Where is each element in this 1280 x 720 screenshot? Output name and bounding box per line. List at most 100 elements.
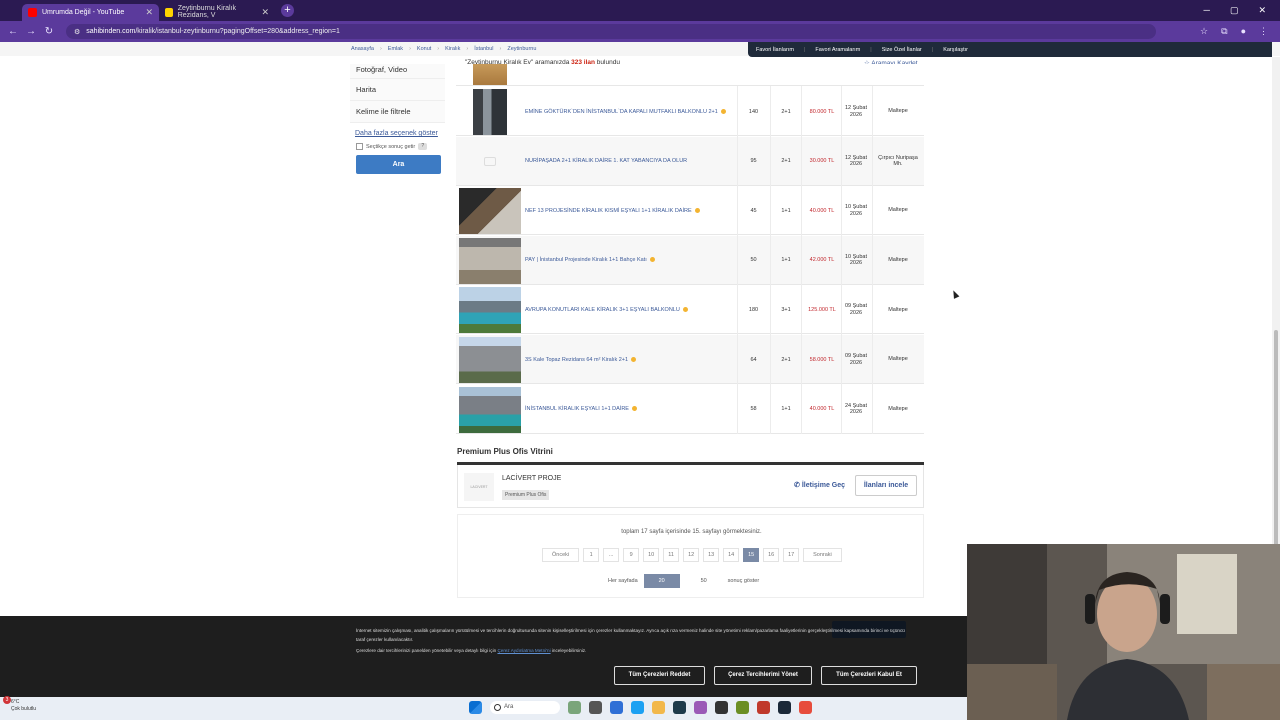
manage-cookies-button[interactable]: Çerez Tercihlerimi Yönet <box>714 666 812 685</box>
listing-photo[interactable] <box>459 386 521 433</box>
contact-button[interactable]: ✆ İletişime Geç <box>794 481 845 489</box>
page-button[interactable]: 9 <box>623 548 640 562</box>
per-page-label: Her sayfada <box>608 578 638 584</box>
listing-title[interactable]: EMİNE GÖKTÜRK`DEN İNİSTANBUL`DA KAPALI M… <box>525 87 735 136</box>
reject-cookies-button[interactable]: Tüm Çerezleri Reddet <box>614 666 705 685</box>
close-window-icon[interactable]: ✕ <box>1258 5 1266 16</box>
cookie-text-main: İnternet sitemizin çalışması, analitik ç… <box>356 628 905 642</box>
url-field[interactable]: ⚙ sahibinden.com /kiralik/istanbul-zeyti… <box>66 24 1156 39</box>
page-button[interactable]: 10 <box>643 548 660 562</box>
breadcrumb-item[interactable]: Zeytinburnu <box>507 46 536 52</box>
breadcrumb-item[interactable]: Emlak <box>388 46 403 52</box>
next-page-button[interactable]: Sonraki <box>803 548 842 562</box>
favorite-searches-link[interactable]: Favori Aramalarım <box>815 47 860 53</box>
close-icon[interactable]: ✕ <box>261 7 269 18</box>
listing-price: 80.000 TL <box>809 108 835 115</box>
minimize-icon[interactable]: ─ <box>1204 5 1210 16</box>
app-icon[interactable] <box>757 701 770 714</box>
app-icon[interactable] <box>736 701 749 714</box>
listing-photo[interactable] <box>459 337 521 383</box>
per-page-option-50[interactable]: 50 <box>686 574 722 588</box>
filter-keyword[interactable]: Kelime ile filtrele <box>350 101 445 123</box>
tab-sahibinden[interactable]: Zeytinburnu Kiralık Rezidans, V ✕ <box>159 4 275 21</box>
breadcrumb-item[interactable]: Konut <box>417 46 431 52</box>
listing-photo[interactable] <box>473 89 507 135</box>
bookmark-star-icon[interactable]: ☆ <box>1200 26 1208 37</box>
listing-title[interactable]: NEF 13 PROJESİNDE KİRALIK KISMİ EŞYALI 1… <box>525 186 735 235</box>
page-button[interactable]: 1 <box>583 548 600 562</box>
listing-title[interactable]: PAY | İnistanbul Projesinde Kiralık 1+1 … <box>525 236 735 285</box>
table-row[interactable]: PAY | İnistanbul Projesinde Kiralık 1+1 … <box>456 235 924 285</box>
discord-icon[interactable] <box>694 701 707 714</box>
listing-photo[interactable] <box>459 237 521 284</box>
table-row[interactable]: NURİPAŞADA 2+1 KİRALIK DAİRE 1. KAT YABA… <box>456 136 924 186</box>
widgets-icon[interactable] <box>568 701 581 714</box>
new-tab-button[interactable]: + <box>281 4 294 17</box>
breadcrumb-item[interactable]: İstanbul <box>474 46 493 52</box>
personalized-listings-link[interactable]: Size Özel İlanlar <box>882 47 922 53</box>
listing-title[interactable]: AVRUPA KONUTLARI KALE KİRALIK 3+1 EŞYALI… <box>525 285 735 334</box>
listing-rooms: 1+1 <box>781 406 791 413</box>
help-icon[interactable]: ? <box>418 143 428 150</box>
forward-icon[interactable]: → <box>22 26 40 37</box>
steam-icon[interactable] <box>778 701 791 714</box>
page-button[interactable]: 16 <box>763 548 780 562</box>
app-icon[interactable] <box>799 701 812 714</box>
file-explorer-icon[interactable] <box>652 701 665 714</box>
table-row[interactable]: İNİSTANBUL KİRALIK EŞYALI 1+1 DAİRE 58 1+1… <box>456 384 924 434</box>
listing-photo[interactable] <box>459 188 521 235</box>
page-button[interactable]: 17 <box>783 548 800 562</box>
maximize-icon[interactable]: ▢ <box>1230 5 1239 16</box>
site-info-icon[interactable]: ⚙ <box>74 28 80 36</box>
auto-results-checkbox[interactable] <box>356 143 363 150</box>
close-icon[interactable]: ✕ <box>145 7 153 18</box>
more-options-link[interactable]: Daha fazla seçenek göster <box>350 130 445 137</box>
app-icon[interactable] <box>715 701 728 714</box>
back-icon[interactable]: ← <box>4 26 22 37</box>
search-button[interactable]: Ara <box>356 155 441 174</box>
windows-start-icon[interactable] <box>469 701 482 714</box>
compare-link[interactable]: Karşılaştır <box>943 47 968 53</box>
favorite-listings-link[interactable]: Favori İlanlarım <box>756 47 794 53</box>
taskbar-search[interactable]: Ara <box>490 701 560 714</box>
filter-label: Harita <box>356 85 377 94</box>
breadcrumb-item[interactable]: Kiralık <box>445 46 460 52</box>
contact-label: İletişime Geç <box>801 482 846 489</box>
table-row[interactable]: AVRUPA KONUTLARI KALE KİRALIK 3+1 EŞYALI… <box>456 285 924 335</box>
cookie-policy-link[interactable]: Çerez Aydınlatma Metni'ni <box>497 648 550 653</box>
accept-cookies-button[interactable]: Tüm Çerezleri Kabul Et <box>821 666 917 685</box>
listing-price: 30.000 TL <box>809 158 835 165</box>
per-page-option-20[interactable]: 20 <box>643 574 680 588</box>
filter-photo-video[interactable]: Fotoğraf, Video <box>350 64 445 79</box>
listing-photo[interactable] <box>459 287 521 334</box>
table-row[interactable]: NEF 13 PROJESİNDE KİRALIK KISMİ EŞYALI 1… <box>456 186 924 236</box>
profile-icon[interactable]: ● <box>1241 26 1246 37</box>
listing-title[interactable]: NURİPAŞADA 2+1 KİRALIK DAİRE 1. KAT YABA… <box>525 137 735 186</box>
weather-widget[interactable]: 6°C Çok bulutlu <box>11 699 36 713</box>
filter-map[interactable]: Harita <box>350 79 445 101</box>
task-view-icon[interactable] <box>589 701 602 714</box>
tab-youtube[interactable]: Umrumda Değil - YouTube ✕ <box>22 3 159 21</box>
terminal-icon[interactable] <box>673 701 686 714</box>
browser-icon[interactable] <box>631 701 644 714</box>
per-page-selector: Her sayfada 20 50 sonuç göster <box>608 574 759 588</box>
breadcrumb-item[interactable]: Anasayfa <box>351 46 374 52</box>
listing-photo[interactable] <box>473 64 507 85</box>
extensions-icon[interactable]: ⧉ <box>1221 26 1227 37</box>
table-row[interactable]: 3S Kale Topaz Rezidans 64 m² Kiralık 2+1… <box>456 335 924 384</box>
listing-m2: 95 <box>750 158 757 165</box>
listing-title[interactable]: İNİSTANBUL KİRALIK EŞYALI 1+1 DAİRE <box>525 385 735 434</box>
reload-icon[interactable]: ↻ <box>40 26 58 37</box>
page-button[interactable]: 13 <box>703 548 720 562</box>
office-logo[interactable]: LACIVERT <box>464 473 494 501</box>
listing-title[interactable]: 3S Kale Topaz Rezidans 64 m² Kiralık 2+1 <box>525 335 735 384</box>
page-button[interactable]: 11 <box>663 548 680 562</box>
page-button[interactable]: 12 <box>683 548 700 562</box>
table-row[interactable]: EMİNE GÖKTÜRK`DEN İNİSTANBUL`DA KAPALI M… <box>456 87 924 136</box>
page-button[interactable]: 14 <box>723 548 740 562</box>
view-listings-button[interactable]: İlanları incele <box>855 475 917 496</box>
menu-icon[interactable]: ⋮ <box>1259 26 1268 37</box>
app-icon[interactable] <box>610 701 623 714</box>
prev-page-button[interactable]: Önceki <box>542 548 580 562</box>
office-name[interactable]: LACİVERT PROJE <box>502 475 561 482</box>
